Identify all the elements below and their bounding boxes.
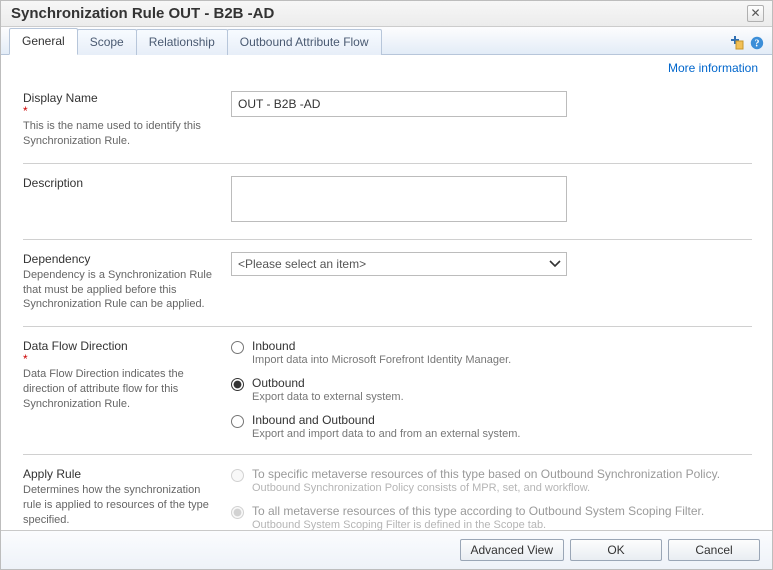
more-info-row: More information xyxy=(1,55,772,75)
content-area: Display Name * This is the name used to … xyxy=(1,75,772,530)
tabstrip-actions: ? xyxy=(728,36,764,54)
radio-apply-filter-sub: Outbound System Scoping Filter is define… xyxy=(252,519,704,530)
description-input[interactable] xyxy=(231,176,567,222)
radio-outbound-sub: Export data to external system. xyxy=(252,391,404,403)
tab-outbound-attribute-flow[interactable]: Outbound Attribute Flow xyxy=(227,29,382,55)
radio-apply-filter-title: To all metaverse resources of this type … xyxy=(252,504,704,518)
radio-both[interactable]: Inbound and Outbound Export and import d… xyxy=(231,413,752,440)
more-information-link[interactable]: More information xyxy=(668,61,758,75)
radio-both-sub: Export and import data to and from an ex… xyxy=(252,428,520,440)
radio-both-title: Inbound and Outbound xyxy=(252,413,520,427)
radio-apply-policy-title: To specific metaverse resources of this … xyxy=(252,467,720,481)
description-label: Description xyxy=(23,176,213,190)
dependency-desc: Dependency is a Synchronization Rule tha… xyxy=(23,268,213,313)
dependency-label: Dependency xyxy=(23,252,213,266)
data-flow-desc: Data Flow Direction indicates the direct… xyxy=(23,367,213,412)
radio-both-input[interactable] xyxy=(231,415,244,428)
radio-inbound-title: Inbound xyxy=(252,339,511,353)
section-data-flow: Data Flow Direction * Data Flow Directio… xyxy=(23,327,752,455)
radio-apply-filter-input xyxy=(231,506,244,519)
section-display-name: Display Name * This is the name used to … xyxy=(23,79,752,164)
required-star-icon: * xyxy=(23,107,213,115)
dependency-select[interactable]: <Please select an item> xyxy=(231,252,567,276)
close-button[interactable]: ✕ xyxy=(747,5,764,22)
section-apply-rule: Apply Rule Determines how the synchroniz… xyxy=(23,455,752,530)
data-flow-radio-group: Inbound Import data into Microsoft Foref… xyxy=(231,339,752,440)
title-bar: Synchronization Rule OUT - B2B -AD ✕ xyxy=(1,1,772,27)
radio-inbound-sub: Import data into Microsoft Forefront Ide… xyxy=(252,354,511,366)
add-icon[interactable] xyxy=(728,36,744,50)
apply-rule-label: Apply Rule xyxy=(23,467,213,481)
display-name-input[interactable] xyxy=(231,91,567,117)
tabs: General Scope Relationship Outbound Attr… xyxy=(9,27,381,54)
close-icon: ✕ xyxy=(750,6,760,20)
section-description: Description xyxy=(23,164,752,240)
dialog-window: Synchronization Rule OUT - B2B -AD ✕ Gen… xyxy=(0,0,773,570)
radio-apply-policy-input xyxy=(231,469,244,482)
display-name-desc: This is the name used to identify this S… xyxy=(23,119,213,149)
apply-rule-radio-group: To specific metaverse resources of this … xyxy=(231,467,752,530)
dialog-footer: Advanced View OK Cancel xyxy=(1,530,772,569)
radio-apply-policy: To specific metaverse resources of this … xyxy=(231,467,752,494)
window-title: Synchronization Rule OUT - B2B -AD xyxy=(11,5,274,22)
radio-outbound[interactable]: Outbound Export data to external system. xyxy=(231,376,752,403)
radio-apply-filter: To all metaverse resources of this type … xyxy=(231,504,752,530)
radio-outbound-input[interactable] xyxy=(231,378,244,391)
tab-strip: General Scope Relationship Outbound Attr… xyxy=(1,27,772,55)
tab-scope[interactable]: Scope xyxy=(77,29,137,55)
display-name-label: Display Name xyxy=(23,91,213,105)
ok-button[interactable]: OK xyxy=(570,539,662,561)
cancel-button[interactable]: Cancel xyxy=(668,539,760,561)
svg-text:?: ? xyxy=(755,39,760,50)
radio-outbound-title: Outbound xyxy=(252,376,404,390)
radio-inbound[interactable]: Inbound Import data into Microsoft Foref… xyxy=(231,339,752,366)
tab-general[interactable]: General xyxy=(9,28,78,55)
section-dependency: Dependency Dependency is a Synchronizati… xyxy=(23,240,752,328)
data-flow-label: Data Flow Direction xyxy=(23,339,213,353)
radio-apply-policy-sub: Outbound Synchronization Policy consists… xyxy=(252,482,720,494)
radio-inbound-input[interactable] xyxy=(231,341,244,354)
apply-rule-desc: Determines how the synchronization rule … xyxy=(23,483,213,528)
help-icon[interactable]: ? xyxy=(750,36,764,50)
tab-relationship[interactable]: Relationship xyxy=(136,29,228,55)
advanced-view-button[interactable]: Advanced View xyxy=(460,539,565,561)
required-star-icon: * xyxy=(23,355,213,363)
